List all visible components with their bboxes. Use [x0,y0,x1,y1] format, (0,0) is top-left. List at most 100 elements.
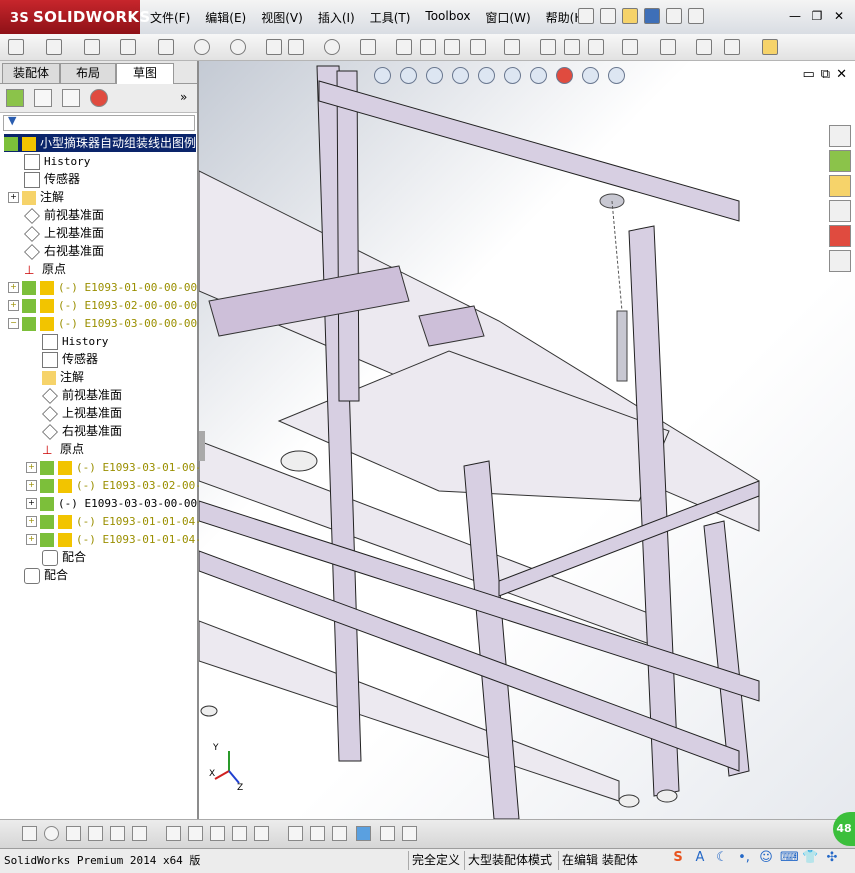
apply-scene-icon[interactable] [582,67,599,84]
offset-icon[interactable] [540,39,556,55]
tree-item[interactable]: 传感器 [24,170,80,188]
ime-emoji-icon[interactable]: ☺ [758,850,774,866]
polygon-icon[interactable] [266,39,282,55]
perpendicular-icon[interactable] [188,826,203,841]
minimize-icon[interactable]: — [787,8,803,24]
fillet-icon[interactable] [360,39,376,55]
line-icon[interactable] [84,39,100,55]
filter-icon[interactable]: ▼ [8,114,16,127]
viewport-restore-icon[interactable]: ▭ [803,67,815,82]
arc-icon[interactable] [230,39,246,55]
restore-icon[interactable]: ❐ [809,8,825,24]
tab-sketch[interactable]: 草图 [116,63,174,84]
expand-panel-icon[interactable]: » [180,90,187,104]
collapse-icon[interactable]: − [8,318,19,329]
solidworks-logo[interactable]: 3S SOLIDWORKS [0,0,150,34]
view-orientation-icon[interactable] [478,67,495,84]
property-manager-icon[interactable] [34,89,52,107]
tree-item[interactable]: 右视基准面 [24,242,104,260]
viewport-tile-icon[interactable]: ⧉ [821,67,830,82]
tree-item[interactable]: History [42,332,108,350]
ime-chinese-icon[interactable]: A [692,850,708,866]
menu-insert[interactable]: 插入(I) [318,9,355,26]
tree-item[interactable]: 配合 [42,548,86,566]
linear-pattern-icon[interactable] [588,39,604,55]
circle-icon[interactable] [44,826,59,841]
tree-item[interactable]: ⊥ 原点 [24,260,66,278]
table-icon[interactable] [402,826,417,841]
rectangle-icon[interactable] [120,39,136,55]
tree-item[interactable]: 上视基准面 [24,224,104,242]
edit-appearance-icon[interactable] [556,67,573,84]
view-settings-icon[interactable] [608,67,625,84]
point-icon[interactable] [22,826,37,841]
slot-icon[interactable] [158,39,174,55]
ime-tools-icon[interactable]: ✣ [824,850,840,866]
sketch-plane-icon[interactable] [332,826,347,841]
tree-item[interactable]: 右视基准面 [42,422,122,440]
quick-snap-icon[interactable] [132,826,147,841]
tangent-icon[interactable] [110,826,125,841]
intersection-icon[interactable] [88,826,103,841]
menu-tools[interactable]: 工具(T) [370,9,411,26]
quick-snaps-icon[interactable] [724,39,740,55]
smart-dimension-icon[interactable] [46,39,62,55]
tree-item[interactable]: + 注解 [8,188,64,206]
point-icon[interactable] [444,39,460,55]
section-view-icon[interactable] [452,67,469,84]
tree-item[interactable]: ⊥ 原点 [42,440,84,458]
polygon-icon[interactable] [66,826,81,841]
configuration-manager-icon[interactable] [62,89,80,107]
grid-icon[interactable] [288,826,303,841]
ime-skin-icon[interactable]: 👕 [802,850,818,866]
print-icon[interactable] [666,8,682,24]
tree-item[interactable]: History [24,152,90,170]
tab-assembly[interactable]: 装配体 [2,63,60,83]
tree-item[interactable]: + (-) E1093-03-02-00-0 [26,476,208,494]
trim-icon[interactable] [470,39,486,55]
appearances-icon[interactable] [829,225,851,247]
menu-file[interactable]: 文件(F) [150,9,190,26]
help-icon[interactable] [688,8,704,24]
convert-entities-icon[interactable] [504,39,520,55]
tree-item[interactable]: − (-) E1093-03-00-00-00-0 [8,314,210,332]
previous-view-icon[interactable] [426,67,443,84]
tree-filter[interactable]: ▼ [3,114,195,131]
shaded-display-icon[interactable] [356,826,371,841]
tree-item[interactable]: + (-) E1093-01-00-00-00-0 [8,278,210,296]
ellipse-icon[interactable] [324,39,340,55]
expand-icon[interactable]: + [26,498,37,509]
tree-item[interactable]: + (-) E1093-03-03-00-00-0 [26,494,210,512]
expand-icon[interactable]: + [8,192,19,203]
spline-icon[interactable] [288,39,304,55]
expand-icon[interactable]: + [8,282,19,293]
save-icon[interactable] [644,8,660,24]
hide-show-items-icon[interactable] [530,67,547,84]
tab-layout[interactable]: 布局 [60,63,116,83]
tree-root[interactable]: 小型摘珠器自动组装线出图例 [4,134,197,152]
sogou-logo-icon[interactable]: S [670,850,686,866]
design-library-icon[interactable] [829,150,851,172]
parallel-icon[interactable] [166,826,181,841]
tree-item[interactable]: 配合 [24,566,68,584]
tree-item[interactable]: + (-) E1093-01-01-04-0 [26,530,208,548]
close-icon[interactable]: ✕ [831,8,847,24]
ime-punctuation-icon[interactable]: •, [736,850,752,866]
ime-moon-icon[interactable]: ☾ [714,850,730,866]
ime-keyboard-icon[interactable]: ⌨ [780,850,799,866]
display-style-icon[interactable] [504,67,521,84]
tree-item[interactable]: 注解 [42,368,84,386]
pin-icon[interactable] [578,8,594,24]
tree-item[interactable]: 传感器 [42,350,98,368]
new-document-icon[interactable] [600,8,616,24]
menu-view[interactable]: 视图(V) [261,9,303,26]
zoom-to-fit-icon[interactable] [374,67,391,84]
move-entities-icon[interactable] [622,39,638,55]
tree-item[interactable]: 前视基准面 [42,386,122,404]
viewport-close-icon[interactable]: ✕ [836,67,847,82]
zoom-to-area-icon[interactable] [400,67,417,84]
menu-window[interactable]: 窗口(W) [485,9,530,26]
plane-icon[interactable] [396,39,412,55]
open-folder-icon[interactable] [622,8,638,24]
mirror-icon[interactable] [564,39,580,55]
